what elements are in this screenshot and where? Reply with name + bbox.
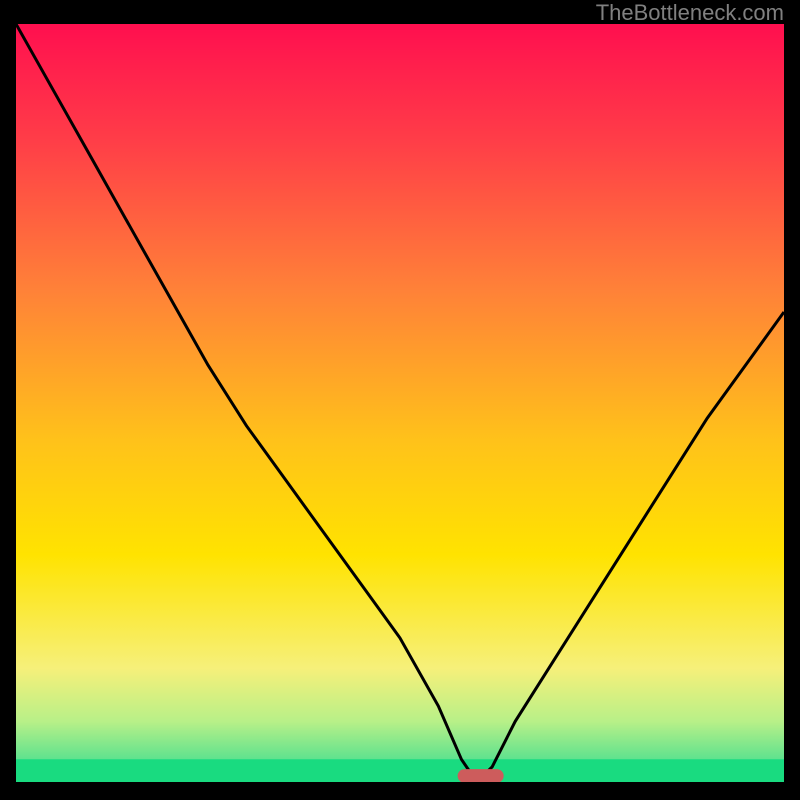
optimal-marker — [458, 769, 504, 782]
gradient-background — [16, 24, 784, 782]
green-band — [16, 759, 784, 782]
chart-container: TheBottleneck.com — [0, 0, 800, 800]
plot-svg — [16, 24, 784, 782]
watermark-text: TheBottleneck.com — [596, 0, 784, 26]
plot-region — [16, 24, 784, 782]
